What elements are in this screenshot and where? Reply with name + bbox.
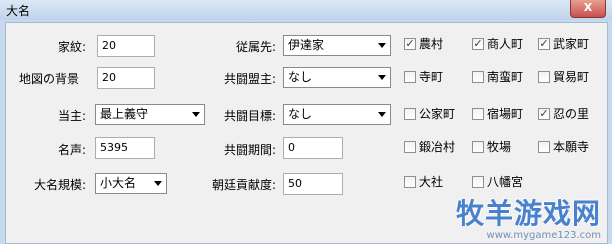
checkbox-1[interactable]: ✓ 商人町 xyxy=(472,37,523,53)
checkbox-label: 寺町 xyxy=(419,70,444,84)
close-button[interactable]: X xyxy=(570,0,606,18)
chevron-down-icon xyxy=(378,75,386,80)
alliance-target-select-value: なし xyxy=(288,107,313,121)
checkbox-label: 公家町 xyxy=(419,107,456,121)
checkbox-label: 貿易町 xyxy=(553,70,590,84)
checkbox-11[interactable]: 本願寺 xyxy=(538,140,589,156)
close-icon: X xyxy=(583,1,593,14)
checkbox-label: 商人町 xyxy=(487,37,524,51)
checkbox-label: 宿場町 xyxy=(487,107,524,121)
dialog-content: 家紋: 20 地図の背景 20 当主: 最上義守 名声: 5395 大名規模: … xyxy=(5,22,608,244)
alliance-duration-label: 共闘期間: xyxy=(223,143,276,157)
checkbox-label: 大社 xyxy=(419,175,444,189)
checkbox-box[interactable] xyxy=(472,175,484,188)
checkbox-box[interactable] xyxy=(472,107,484,120)
checkbox-label: 鍛冶村 xyxy=(419,140,456,154)
checkbox-5[interactable]: 貿易町 xyxy=(538,70,589,86)
checkbox-label: 八幡宮 xyxy=(487,175,524,189)
checkbox-10[interactable]: 牧場 xyxy=(472,140,511,156)
chevron-down-icon xyxy=(378,43,386,48)
vassal-of-select-value: 伊達家 xyxy=(288,38,325,52)
watermark: 牧羊游戏网 www.mygame123.com xyxy=(456,192,601,241)
checkbox-0[interactable]: ✓ 農村 xyxy=(404,37,443,53)
alliance-target-select[interactable]: なし xyxy=(283,104,391,125)
checkbox-2[interactable]: ✓ 武家町 xyxy=(538,37,589,53)
title-bar: 大名 X xyxy=(0,0,612,20)
chevron-down-icon xyxy=(154,181,162,186)
checkbox-box[interactable] xyxy=(404,140,416,153)
checkbox-3[interactable]: 寺町 xyxy=(404,70,443,86)
lord-select-value: 最上義守 xyxy=(100,107,149,121)
checkbox-box[interactable] xyxy=(538,70,550,83)
chevron-down-icon xyxy=(192,112,200,117)
checkbox-label: 本願寺 xyxy=(553,140,590,154)
kamon-label: 家紋: xyxy=(57,40,86,54)
checkbox-13[interactable]: 八幡宮 xyxy=(472,175,523,191)
lord-label: 当主: xyxy=(57,109,86,123)
checkbox-9[interactable]: 鍛冶村 xyxy=(404,140,455,156)
checkbox-label: 牧場 xyxy=(487,140,512,154)
checkmark-icon[interactable]: ✓ xyxy=(404,37,416,50)
kamon-input[interactable]: 20 xyxy=(97,35,155,57)
court-contribution-input[interactable]: 50 xyxy=(283,173,343,195)
checkbox-label: 南蛮町 xyxy=(487,70,524,84)
checkbox-box[interactable] xyxy=(472,140,484,153)
checkmark-icon[interactable]: ✓ xyxy=(538,37,550,50)
vassal-of-select[interactable]: 伊達家 xyxy=(283,35,391,56)
checkmark-icon[interactable]: ✓ xyxy=(538,107,550,120)
alliance-leader-select-value: なし xyxy=(288,70,313,84)
checkbox-7[interactable]: 宿場町 xyxy=(472,107,523,123)
daimyo-size-select[interactable]: 小大名 xyxy=(95,173,167,194)
alliance-leader-select[interactable]: なし xyxy=(283,67,391,88)
chevron-down-icon xyxy=(378,112,386,117)
checkbox-label: 農村 xyxy=(419,37,444,51)
vassal-of-label: 従属先: xyxy=(235,40,276,54)
alliance-duration-input[interactable]: 0 xyxy=(283,137,343,159)
checkbox-label: 武家町 xyxy=(553,37,590,51)
map-background-input[interactable]: 20 xyxy=(97,67,155,89)
checkbox-label: 忍の里 xyxy=(553,107,590,121)
daimyo-size-label: 大名規模: xyxy=(33,178,86,192)
fame-input[interactable]: 5395 xyxy=(95,137,155,159)
checkbox-6[interactable]: 公家町 xyxy=(404,107,455,123)
daimyo-size-select-value: 小大名 xyxy=(100,176,137,190)
checkbox-4[interactable]: 南蛮町 xyxy=(472,70,523,86)
watermark-text: 牧羊游戏网 xyxy=(455,197,601,230)
checkmark-icon[interactable]: ✓ xyxy=(472,37,484,50)
checkbox-box[interactable] xyxy=(404,175,416,188)
fame-label: 名声: xyxy=(57,143,86,157)
checkbox-8[interactable]: ✓ 忍の里 xyxy=(538,107,589,123)
alliance-target-label: 共闘目標: xyxy=(223,109,276,123)
alliance-leader-label: 共闘盟主: xyxy=(223,72,276,86)
checkbox-box[interactable] xyxy=(404,107,416,120)
checkbox-box[interactable] xyxy=(404,70,416,83)
checkbox-box[interactable] xyxy=(472,70,484,83)
checkbox-12[interactable]: 大社 xyxy=(404,175,443,191)
checkbox-box[interactable] xyxy=(538,140,550,153)
window-title: 大名 xyxy=(6,4,31,18)
map-background-label: 地図の背景 xyxy=(18,72,79,86)
lord-select[interactable]: 最上義守 xyxy=(95,104,205,125)
court-contribution-label: 朝廷貢献度: xyxy=(211,178,276,192)
